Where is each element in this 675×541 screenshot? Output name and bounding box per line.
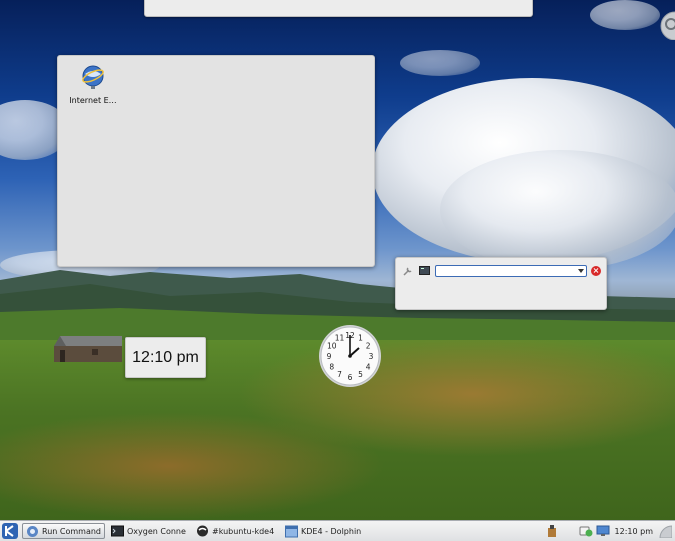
gear-icon — [27, 525, 38, 537]
task-irc-kubuntu[interactable]: #kubuntu-kde4 — [193, 523, 279, 539]
task-run-command[interactable]: Run Command — [22, 523, 105, 539]
terminal-icon — [111, 525, 124, 536]
cloud — [400, 50, 480, 76]
task-label: KDE4 - Dolphin — [301, 526, 362, 536]
panel-toolbox-icon[interactable] — [658, 524, 672, 538]
kde-menu-icon[interactable] — [1, 522, 19, 540]
task-oxygen-connection[interactable]: Oxygen Conne — [108, 523, 190, 539]
task-label: Oxygen Conne — [127, 526, 186, 536]
runner-toolbar: × — [401, 264, 601, 278]
digital-clock-widget: 12:10 pm — [125, 337, 206, 378]
globe-icon — [82, 65, 104, 89]
clock-numeral: 6 — [348, 373, 353, 382]
clock-numeral: 8 — [329, 362, 334, 371]
top-panel — [144, 0, 533, 17]
task-dolphin[interactable]: KDE4 - Dolphin — [282, 523, 366, 539]
chevron-down-icon[interactable] — [577, 267, 585, 275]
desktop-icon-internet-explorer[interactable]: Internet E… — [68, 64, 118, 105]
terminal-icon[interactable] — [418, 265, 431, 278]
clock-numeral: 7 — [337, 370, 342, 379]
close-icon[interactable]: × — [591, 266, 601, 276]
taskbar-clock[interactable]: 12:10 pm — [615, 527, 653, 536]
clock-numeral: 9 — [327, 352, 332, 361]
clock-numeral: 2 — [366, 341, 371, 350]
desktop-toolbox-icon[interactable] — [651, 10, 675, 40]
clock-numeral: 5 — [358, 370, 363, 379]
file-manager-icon — [285, 525, 298, 537]
cloud — [440, 150, 675, 270]
cloud — [590, 0, 660, 30]
package-updates-icon[interactable] — [545, 524, 559, 538]
clock-numeral: 10 — [327, 341, 337, 350]
analog-clock-widget: 121234567891011 — [319, 325, 381, 387]
run-command-widget: × — [395, 257, 607, 310]
chat-icon — [197, 525, 208, 536]
clock-numeral: 11 — [335, 334, 345, 343]
system-tray: 12:10 pm — [545, 521, 675, 541]
clock-numeral: 3 — [369, 352, 374, 361]
clock-numeral: 1 — [358, 334, 363, 343]
clock-numeral: 4 — [366, 362, 371, 371]
task-label: Run Command — [42, 526, 101, 536]
barn-illustration — [54, 336, 122, 362]
folder-view-widget: Internet E… — [57, 55, 375, 267]
wrench-icon[interactable] — [401, 265, 414, 278]
notification-icon[interactable] — [579, 524, 593, 538]
task-label: #kubuntu-kde4 — [212, 526, 275, 536]
runner-command-input[interactable] — [435, 265, 587, 277]
desktop-icon-label: Internet E… — [69, 96, 117, 105]
taskbar: Run Command Oxygen Conne #kubuntu-kde4 K… — [0, 520, 675, 541]
network-icon[interactable] — [596, 524, 610, 538]
